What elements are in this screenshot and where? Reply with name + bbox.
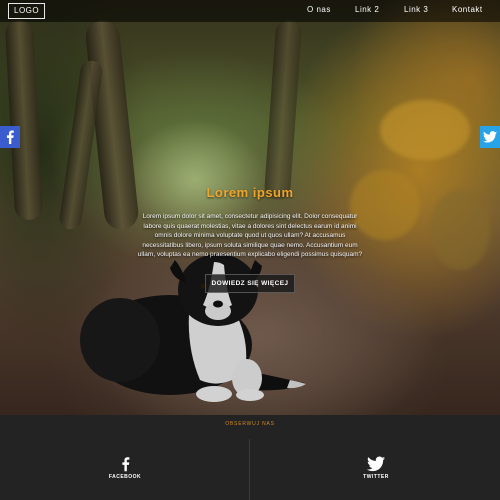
facebook-icon	[6, 130, 14, 144]
footer: OBSERWUJ NAS	[0, 415, 500, 500]
side-twitter-button[interactable]	[480, 126, 500, 148]
learn-more-button[interactable]: DOWIEDZ SIĘ WIĘCEJ	[205, 274, 295, 293]
footer-facebook-link[interactable]: FACEBOOK	[85, 456, 165, 480]
side-facebook-button[interactable]	[0, 126, 20, 148]
twitter-icon	[483, 131, 497, 143]
logo[interactable]: LOGO	[8, 3, 46, 19]
nav-link-kontakt[interactable]: Kontakt	[452, 5, 483, 14]
nav-link-3[interactable]: Link 3	[404, 5, 428, 14]
footer-follow-title: OBSERWUJ NAS	[225, 421, 275, 427]
hero-paragraph: Lorem ipsum dolor sit amet, consectetur …	[137, 213, 363, 259]
nav-link-2[interactable]: Link 2	[355, 5, 379, 14]
footer-twitter-label: TWITTER	[363, 474, 389, 480]
footer-divider	[249, 439, 250, 500]
footer-facebook-label: FACEBOOK	[108, 474, 142, 480]
top-navbar: LOGO O nas Link 2 Link 3 Kontakt	[0, 0, 500, 22]
nav-link-o-nas[interactable]: O nas	[307, 5, 331, 14]
hero-title: Lorem ipsum	[206, 185, 294, 200]
facebook-icon	[121, 457, 129, 472]
footer-twitter-link[interactable]: TWITTER	[336, 456, 416, 480]
twitter-icon	[367, 456, 385, 472]
hero-overlay	[0, 0, 500, 415]
